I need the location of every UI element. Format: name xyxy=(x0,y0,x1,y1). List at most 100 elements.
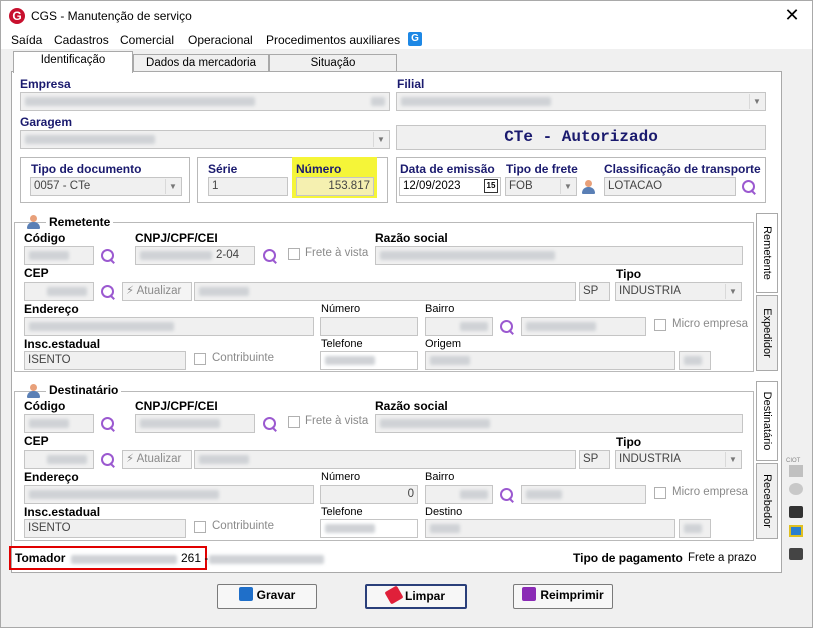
dest-micro-checkbox[interactable] xyxy=(654,487,666,499)
rem-bairro-field[interactable] xyxy=(425,317,493,336)
rem-cidade-field[interactable] xyxy=(194,282,576,301)
dest-endereco-field[interactable] xyxy=(24,485,314,504)
dest-numero-field[interactable]: 0 xyxy=(320,485,418,504)
dest-insc-field[interactable]: ISENTO xyxy=(24,519,186,538)
rem-atualizar-button[interactable]: ⚡ Atualizar xyxy=(122,282,192,301)
destinatario-title: Destinatário xyxy=(46,383,122,397)
rem-frete-vista-checkbox[interactable] xyxy=(288,248,300,260)
dest-contribuinte-checkbox[interactable] xyxy=(194,521,206,533)
dest-uf-field[interactable]: SP xyxy=(579,450,610,469)
menu-g-icon[interactable]: G xyxy=(408,32,422,46)
dest-telefone-field[interactable] xyxy=(320,519,418,538)
dest-contribuinte-label: Contribuinte xyxy=(212,520,275,532)
tab-identificacao[interactable]: Identificação xyxy=(13,51,133,73)
status-badge: CTe - Autorizado xyxy=(396,125,766,150)
menu-saida[interactable]: Saída xyxy=(11,33,42,47)
rem-codigo-field[interactable] xyxy=(24,246,94,265)
vtab-remetente[interactable]: Remetente xyxy=(756,213,778,293)
close-button[interactable]: ✕ xyxy=(782,5,802,25)
dest-destino-field[interactable] xyxy=(425,519,675,538)
rem-contribuinte-label: Contribuinte xyxy=(212,352,275,364)
hand-icon[interactable] xyxy=(789,548,803,560)
dest-bairro-field[interactable] xyxy=(425,485,493,504)
eraser-icon xyxy=(384,585,404,605)
data-emissao-label: Data de emissão xyxy=(400,162,495,176)
dest-bairro-search-icon[interactable] xyxy=(499,487,515,503)
dest-cnpj-search-icon[interactable] xyxy=(262,416,278,432)
rem-uf-field[interactable]: SP xyxy=(579,282,610,301)
dest-frete-vista-checkbox[interactable] xyxy=(288,416,300,428)
rem-telefone-field[interactable] xyxy=(320,351,418,370)
driver-icon[interactable] xyxy=(581,180,597,194)
limpar-label: Limpar xyxy=(404,589,445,603)
menu-procedimentos[interactable]: Procedimentos auxiliares xyxy=(266,33,400,47)
circle-icon[interactable] xyxy=(789,483,803,495)
dest-cidade-field[interactable] xyxy=(194,450,576,469)
gravar-button[interactable]: Gravar xyxy=(217,584,317,609)
pointer-hand-icon[interactable] xyxy=(789,506,803,518)
dest-bairro-label: Bairro xyxy=(425,471,455,483)
rem-razao-field[interactable] xyxy=(375,246,743,265)
menu-cadastros[interactable]: Cadastros xyxy=(54,33,109,47)
tipo-frete-select[interactable]: FOB ▼ xyxy=(505,177,577,196)
rem-origem-uf-field[interactable] xyxy=(679,351,711,370)
rem-cnpj-field[interactable]: 2-04 xyxy=(135,246,255,265)
rem-bairro-search-icon[interactable] xyxy=(499,319,515,335)
dest-codigo-search-icon[interactable] xyxy=(100,416,116,432)
serie-field[interactable]: 1 xyxy=(208,177,288,196)
rem-cnpj-suffix: 2-04 xyxy=(216,249,240,261)
printer-icon xyxy=(522,587,537,601)
filial-select[interactable]: ▼ xyxy=(396,92,766,111)
chevron-down-icon: ▼ xyxy=(373,132,388,147)
dest-atualizar-button[interactable]: ⚡ Atualizar xyxy=(122,450,192,469)
rem-cep-field[interactable] xyxy=(24,282,94,301)
rem-numero-field[interactable] xyxy=(320,317,418,336)
limpar-button[interactable]: Limpar xyxy=(365,584,467,609)
garagem-select[interactable]: ▼ xyxy=(20,130,390,149)
calendar-icon[interactable]: 15 xyxy=(484,179,498,193)
dest-cnpj-field[interactable] xyxy=(135,414,255,433)
rem-cep-search-icon[interactable] xyxy=(100,284,116,300)
dest-bairro-nome-field[interactable] xyxy=(521,485,646,504)
app-logo-icon: G xyxy=(9,8,25,24)
dest-insc-label: Insc.estadual xyxy=(24,505,101,519)
vtab-destinatario[interactable]: Destinatário xyxy=(756,381,778,461)
rem-telefone-label: Telefone xyxy=(321,338,363,350)
dest-cep-search-icon[interactable] xyxy=(100,452,116,468)
dest-endereco-label: Endereço xyxy=(24,470,79,484)
rem-contribuinte-checkbox[interactable] xyxy=(194,353,206,365)
dest-tipo-select[interactable]: INDUSTRIA ▼ xyxy=(615,450,742,469)
tipo-documento-select[interactable]: 0057 - CTe ▼ xyxy=(30,177,182,196)
vtab-destinatario-label: Destinatário xyxy=(761,391,773,451)
ciot-label: CIOT xyxy=(786,458,801,464)
reimprimir-button[interactable]: Reimprimir xyxy=(513,584,613,609)
empresa-field[interactable] xyxy=(20,92,390,111)
rem-atualizar-label: Atualizar xyxy=(136,285,182,297)
rem-tipo-select[interactable]: INDUSTRIA ▼ xyxy=(615,282,742,301)
numero-field[interactable]: 153.817 xyxy=(296,177,374,196)
tomador-value: 261 - xyxy=(181,551,209,565)
classificacao-field[interactable]: LOTACAO xyxy=(604,177,736,196)
dest-destino-uf-field[interactable] xyxy=(679,519,711,538)
rem-codigo-search-icon[interactable] xyxy=(100,248,116,264)
vtab-recebedor[interactable]: Recebedor xyxy=(756,463,778,539)
rem-origem-field[interactable] xyxy=(425,351,675,370)
list-icon[interactable] xyxy=(789,465,803,477)
rem-cnpj-search-icon[interactable] xyxy=(262,248,278,264)
dest-cep-field[interactable] xyxy=(24,450,94,469)
vtab-expedidor[interactable]: Expedidor xyxy=(756,295,778,371)
dest-numero-label: Número xyxy=(321,471,361,483)
rem-insc-field[interactable]: ISENTO xyxy=(24,351,186,370)
data-emissao-field[interactable]: 12/09/2023 15 xyxy=(399,177,501,196)
dest-razao-field[interactable] xyxy=(375,414,743,433)
rem-endereco-field[interactable] xyxy=(24,317,314,336)
classificacao-label: Classificação de transporte xyxy=(604,162,761,176)
rem-bairro-nome-field[interactable] xyxy=(521,317,646,336)
rem-micro-checkbox[interactable] xyxy=(654,319,666,331)
people-icon[interactable] xyxy=(789,525,803,537)
menu-comercial[interactable]: Comercial xyxy=(120,33,174,47)
dest-codigo-field[interactable] xyxy=(24,414,94,433)
search-icon[interactable] xyxy=(741,179,757,195)
menu-operacional[interactable]: Operacional xyxy=(188,33,253,47)
rem-origem-label: Origem xyxy=(425,338,462,350)
